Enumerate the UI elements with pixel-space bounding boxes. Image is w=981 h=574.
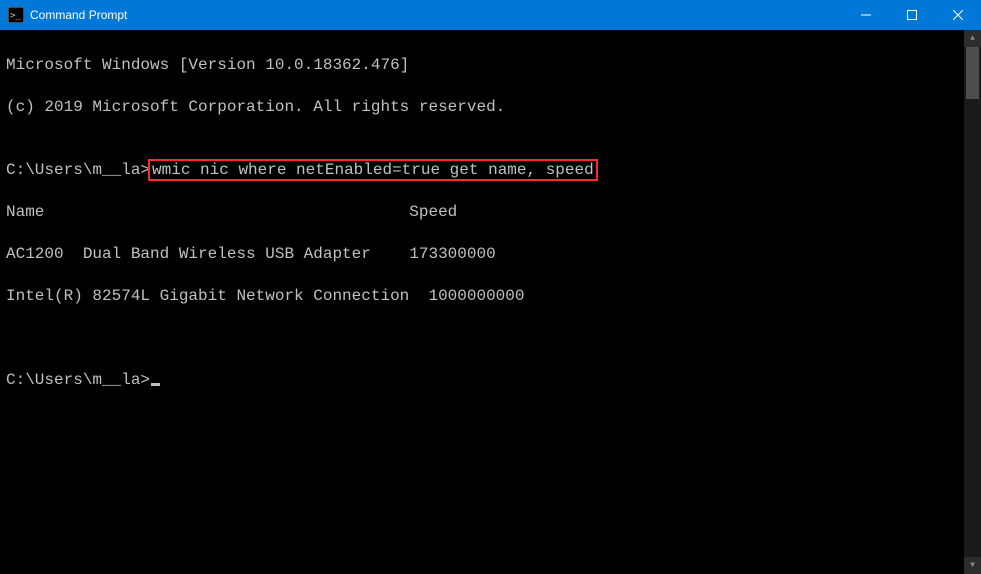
window-title: Command Prompt	[30, 8, 127, 22]
text-cursor	[151, 383, 160, 386]
scroll-up-button[interactable]: ▲	[964, 30, 981, 47]
prompt-prefix: C:\Users\m__la>	[6, 371, 150, 389]
command-prompt-window: >_ Command Prompt Microsoft Windows [Ver…	[0, 0, 981, 574]
cmd-icon: >_	[8, 7, 24, 23]
prompt-prefix: C:\Users\m__la>	[6, 161, 150, 179]
close-icon	[953, 10, 963, 20]
terminal-output[interactable]: Microsoft Windows [Version 10.0.18362.47…	[0, 30, 964, 574]
output-row: AC1200 Dual Band Wireless USB Adapter 17…	[6, 244, 964, 265]
output-header: Name Speed	[6, 202, 964, 223]
maximize-icon	[907, 10, 917, 20]
svg-text:>_: >_	[10, 11, 21, 21]
window-body: Microsoft Windows [Version 10.0.18362.47…	[0, 30, 981, 574]
minimize-icon	[861, 10, 871, 20]
scroll-up-icon: ▲	[970, 34, 975, 43]
prompt-line: C:\Users\m__la>	[6, 370, 964, 391]
prompt-line: C:\Users\m__la>wmic nic where netEnabled…	[6, 160, 964, 181]
scroll-down-button[interactable]: ▼	[964, 557, 981, 574]
scroll-thumb[interactable]	[966, 47, 979, 99]
close-button[interactable]	[935, 0, 981, 30]
scroll-down-icon: ▼	[970, 561, 975, 570]
titlebar[interactable]: >_ Command Prompt	[0, 0, 981, 30]
output-row: Intel(R) 82574L Gigabit Network Connecti…	[6, 286, 964, 307]
minimize-button[interactable]	[843, 0, 889, 30]
vertical-scrollbar[interactable]: ▲ ▼	[964, 30, 981, 574]
output-line: (c) 2019 Microsoft Corporation. All righ…	[6, 97, 964, 118]
output-line: Microsoft Windows [Version 10.0.18362.47…	[6, 55, 964, 76]
maximize-button[interactable]	[889, 0, 935, 30]
highlighted-command: wmic nic where netEnabled=true get name,…	[148, 159, 598, 181]
